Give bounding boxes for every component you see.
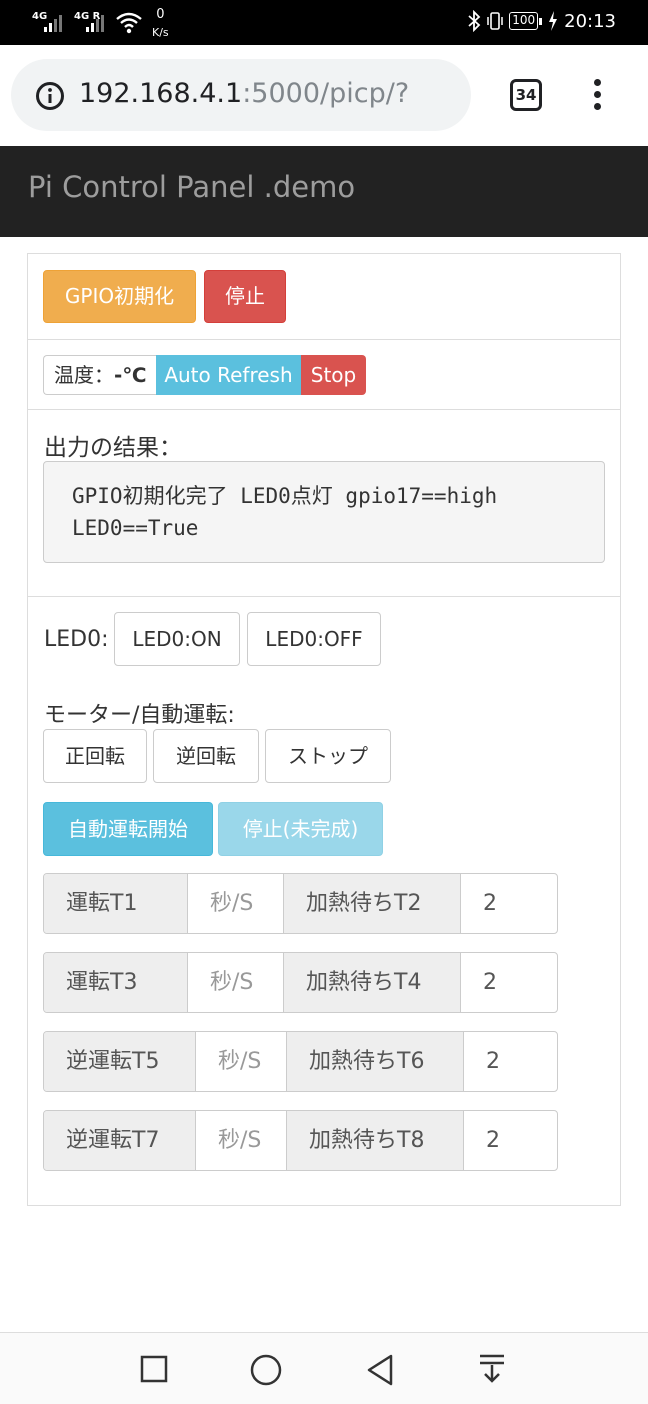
temperature-readout: 温度：-℃ xyxy=(43,355,156,395)
output-console: GPIO初期化完了 LED0点灯 gpio17==high LED0==True xyxy=(43,461,605,563)
timer-label: 逆運転T5 xyxy=(44,1032,196,1091)
auto-run-stop-button[interactable]: 停止(未完成) xyxy=(218,802,383,856)
info-icon[interactable] xyxy=(35,81,65,111)
bluetooth-icon xyxy=(468,10,481,32)
timer-value-input[interactable]: 2 xyxy=(464,1032,557,1091)
forward-rotation-button[interactable]: 正回転 xyxy=(43,729,147,783)
timer-label: 運転T3 xyxy=(44,953,188,1012)
network-speed-unit: K/s xyxy=(152,26,169,39)
led-on-button[interactable]: LED0:ON xyxy=(114,612,240,666)
network-speed-value: 0 xyxy=(156,7,165,22)
notification-pulldown-icon[interactable] xyxy=(478,1353,506,1385)
led-label: LED0: xyxy=(44,627,109,652)
timer-label: 加熱待ちT6 xyxy=(286,1032,464,1091)
system-nav-bar xyxy=(0,1332,648,1404)
url-text[interactable]: 192.168.4.1:5000/picp/? xyxy=(79,78,409,109)
signal-icon: 4G xyxy=(32,8,68,34)
recents-square-icon[interactable] xyxy=(140,1355,168,1383)
timer-row-1: 運転T1 秒/S 加熱待ちT2 2 xyxy=(43,873,558,934)
status-right: 100 20:13 xyxy=(467,10,616,32)
address-bar[interactable]: 192.168.4.1:5000/picp/? xyxy=(11,59,471,131)
back-triangle-icon[interactable] xyxy=(365,1353,395,1387)
status-bar: 4G 4G R 0 K/s 100 20:13 xyxy=(0,0,648,45)
auto-run-start-button[interactable]: 自動運転開始 xyxy=(43,802,213,856)
timer-row-3: 逆運転T5 秒/S 加熱待ちT6 2 xyxy=(43,1031,558,1092)
temperature-value: -℃ xyxy=(114,363,147,387)
temperature-stop-button[interactable]: Stop xyxy=(301,355,366,395)
gpio-stop-button[interactable]: 停止 xyxy=(204,270,286,323)
output-title: 出力の结果： xyxy=(44,435,182,461)
timer-label: 加熱待ちT2 xyxy=(283,874,461,933)
timer-value-input[interactable]: 2 xyxy=(461,953,557,1012)
timer-label: 加熱待ちT8 xyxy=(286,1111,464,1170)
timer-label: 運転T1 xyxy=(44,874,188,933)
timer-label: 逆運転T7 xyxy=(44,1111,196,1170)
output-line: LED0==True xyxy=(72,516,199,540)
temperature-label: 温度： xyxy=(54,363,114,387)
more-menu-icon[interactable] xyxy=(590,79,604,113)
output-line: GPIO初期化完了 LED0点灯 gpio17==high xyxy=(72,484,498,508)
navbar: Pi Control Panel .demo xyxy=(0,146,648,237)
timer-seconds-input[interactable]: 秒/S xyxy=(196,1111,286,1170)
timer-seconds-input[interactable]: 秒/S xyxy=(196,1032,286,1091)
timer-seconds-input[interactable]: 秒/S xyxy=(188,953,283,1012)
timer-row-2: 運転T3 秒/S 加熱待ちT4 2 xyxy=(43,952,558,1013)
browser-toolbar: 192.168.4.1:5000/picp/? 34 xyxy=(0,45,648,146)
motor-label: モーター/自動運転: xyxy=(44,703,235,728)
auto-refresh-button[interactable]: Auto Refresh xyxy=(156,355,301,395)
temperature-section: 温度：-℃ Auto Refresh Stop xyxy=(28,340,620,410)
battery-icon: 100 xyxy=(509,12,543,30)
url-path: :5000/picp/? xyxy=(242,78,410,109)
vibrate-icon xyxy=(487,12,503,30)
controls-section: LED0: LED0:ON LED0:OFF モーター/自動運転: 正回転 逆回… xyxy=(28,597,620,1205)
navbar-brand[interactable]: Pi Control Panel .demo xyxy=(28,170,355,204)
clock: 20:13 xyxy=(564,10,616,32)
status-left: 4G 4G R 0 K/s xyxy=(32,8,169,38)
timer-row-4: 逆運転T7 秒/S 加熱待ちT8 2 xyxy=(43,1110,558,1171)
timer-value-input[interactable]: 2 xyxy=(461,874,557,933)
battery-level: 100 xyxy=(509,12,539,30)
control-panel: GPIO初期化 停止 温度：-℃ Auto Refresh Stop 出力の结果… xyxy=(27,253,621,1206)
home-circle-icon[interactable] xyxy=(249,1353,283,1387)
motor-stop-button[interactable]: ストップ xyxy=(265,729,391,783)
wifi-icon xyxy=(116,12,142,34)
timer-label: 加熱待ちT4 xyxy=(283,953,461,1012)
network-speed: 0 K/s xyxy=(152,8,169,38)
tab-switcher-button[interactable]: 34 xyxy=(510,79,542,111)
timer-value-input[interactable]: 2 xyxy=(464,1111,557,1170)
output-section: 出力の结果： GPIO初期化完了 LED0点灯 gpio17==high LED… xyxy=(28,410,620,597)
led-off-button[interactable]: LED0:OFF xyxy=(247,612,381,666)
gpio-section: GPIO初期化 停止 xyxy=(28,254,620,340)
signal-roaming-icon: 4G R xyxy=(74,8,110,34)
url-host: 192.168.4.1 xyxy=(79,78,243,109)
gpio-init-button[interactable]: GPIO初期化 xyxy=(43,270,196,323)
timer-seconds-input[interactable]: 秒/S xyxy=(188,874,283,933)
reverse-rotation-button[interactable]: 逆回転 xyxy=(153,729,259,783)
charging-icon xyxy=(549,11,558,31)
